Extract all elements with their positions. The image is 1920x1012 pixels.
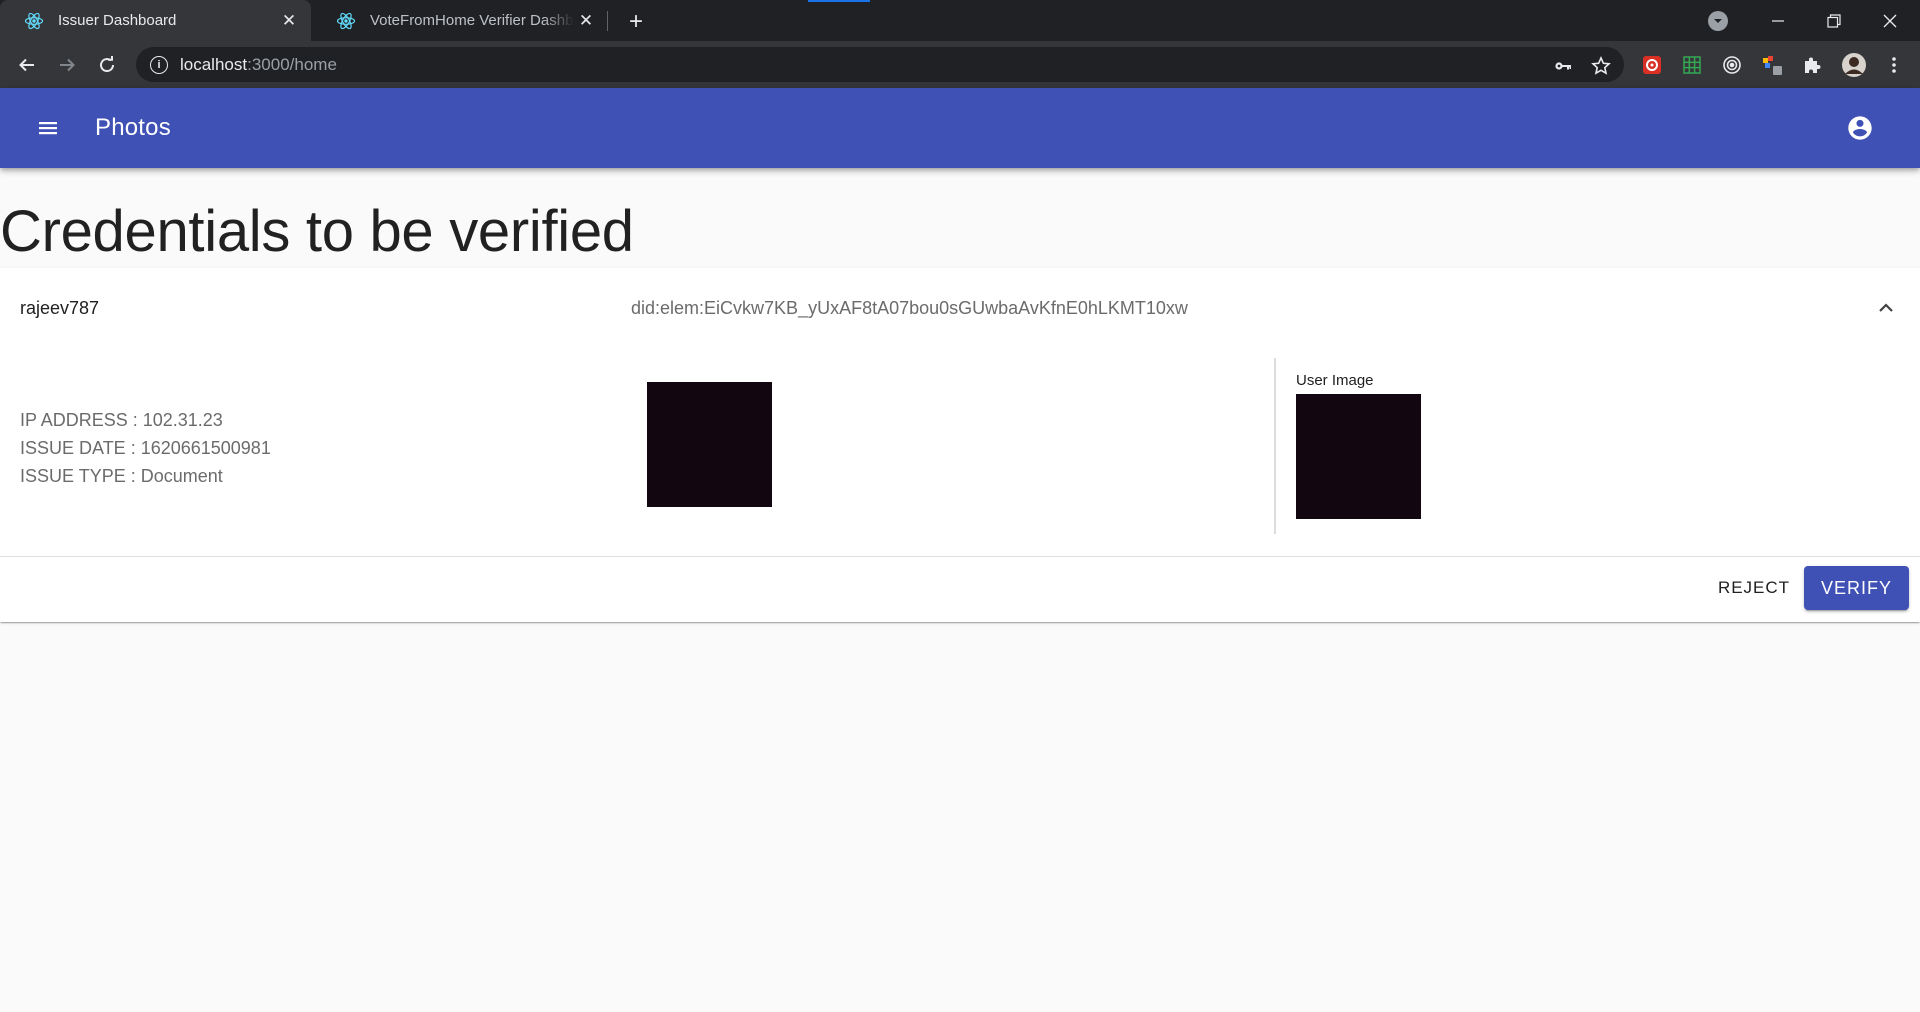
react-icon bbox=[24, 11, 44, 31]
back-icon[interactable] bbox=[12, 50, 42, 80]
close-icon[interactable]: ✕ bbox=[574, 9, 598, 33]
new-tab-button[interactable]: + bbox=[622, 8, 650, 36]
credential-details: IP ADDRESS : 102.31.23 ISSUE DATE : 1620… bbox=[20, 406, 271, 490]
kebab-menu-icon[interactable] bbox=[1883, 54, 1905, 76]
app-title: Photos bbox=[95, 114, 171, 141]
verify-button[interactable]: VERIFY bbox=[1804, 566, 1909, 610]
user-image-label: User Image bbox=[1296, 372, 1374, 389]
profile-avatar-icon[interactable] bbox=[1841, 52, 1867, 78]
tab-search-icon[interactable] bbox=[1708, 11, 1728, 31]
restore-icon[interactable] bbox=[1806, 0, 1862, 41]
chevron-up-icon[interactable] bbox=[1866, 288, 1906, 328]
tab-title: VoteFromHome Verifier Dashboard bbox=[370, 12, 574, 29]
card-divider bbox=[0, 556, 1920, 557]
key-icon[interactable] bbox=[1552, 55, 1574, 77]
extension-colorful-icon[interactable] bbox=[1761, 54, 1783, 76]
url-host: localhost bbox=[180, 54, 248, 74]
window-close-icon[interactable] bbox=[1862, 0, 1918, 41]
credential-card: rajeev787 did:elem:EiCvkw7KB_yUxAF8tA07b… bbox=[0, 268, 1920, 622]
sheets-grid-icon[interactable] bbox=[1681, 54, 1703, 76]
username: rajeev787 bbox=[20, 298, 100, 318]
ip-address: IP ADDRESS : 102.31.23 bbox=[20, 410, 223, 430]
minimize-icon[interactable] bbox=[1750, 0, 1806, 41]
extension-red-icon[interactable] bbox=[1641, 54, 1663, 76]
url-path: :3000/home bbox=[247, 54, 337, 74]
vertical-divider bbox=[1274, 358, 1276, 534]
browser-toolbar: i localhost :3000/home bbox=[0, 41, 1920, 88]
credential-summary[interactable]: rajeev787 did:elem:EiCvkw7KB_yUxAF8tA07b… bbox=[0, 268, 1920, 348]
issue-type: ISSUE TYPE : Document bbox=[20, 466, 223, 486]
tab-separator bbox=[607, 11, 608, 31]
site-info-icon[interactable]: i bbox=[150, 55, 168, 74]
account-circle-icon[interactable] bbox=[1836, 104, 1884, 152]
extensions-puzzle-icon[interactable] bbox=[1801, 54, 1823, 76]
bookmark-star-icon[interactable] bbox=[1590, 55, 1612, 77]
tab-issuer-dashboard[interactable]: Issuer Dashboard ✕ bbox=[0, 0, 311, 41]
app-bar: Photos bbox=[0, 88, 1920, 168]
hamburger-menu-icon[interactable] bbox=[24, 104, 72, 152]
target-icon[interactable] bbox=[1721, 54, 1743, 76]
forward-icon[interactable] bbox=[52, 50, 82, 80]
user-image bbox=[1296, 394, 1421, 519]
address-bar[interactable]: i localhost :3000/home bbox=[136, 47, 1624, 82]
issue-date: ISSUE DATE : 1620661500981 bbox=[20, 438, 271, 458]
browser-tab-strip: Issuer Dashboard ✕ VoteFromHome Verifier… bbox=[0, 0, 1920, 41]
react-icon bbox=[336, 11, 356, 31]
reload-icon[interactable] bbox=[92, 50, 122, 80]
page-title: Credentials to be verified bbox=[0, 199, 634, 264]
tab-drag-indicator bbox=[808, 0, 870, 2]
reject-button[interactable]: REJECT bbox=[1710, 566, 1798, 610]
tab-title: Issuer Dashboard bbox=[58, 12, 177, 29]
did-identifier: did:elem:EiCvkw7KB_yUxAF8tA07bou0sGUwbaA… bbox=[631, 298, 1188, 318]
tab-verifier-dashboard[interactable]: VoteFromHome Verifier Dashboard ✕ bbox=[312, 0, 608, 41]
close-icon[interactable]: ✕ bbox=[277, 9, 301, 33]
document-image bbox=[647, 382, 772, 507]
